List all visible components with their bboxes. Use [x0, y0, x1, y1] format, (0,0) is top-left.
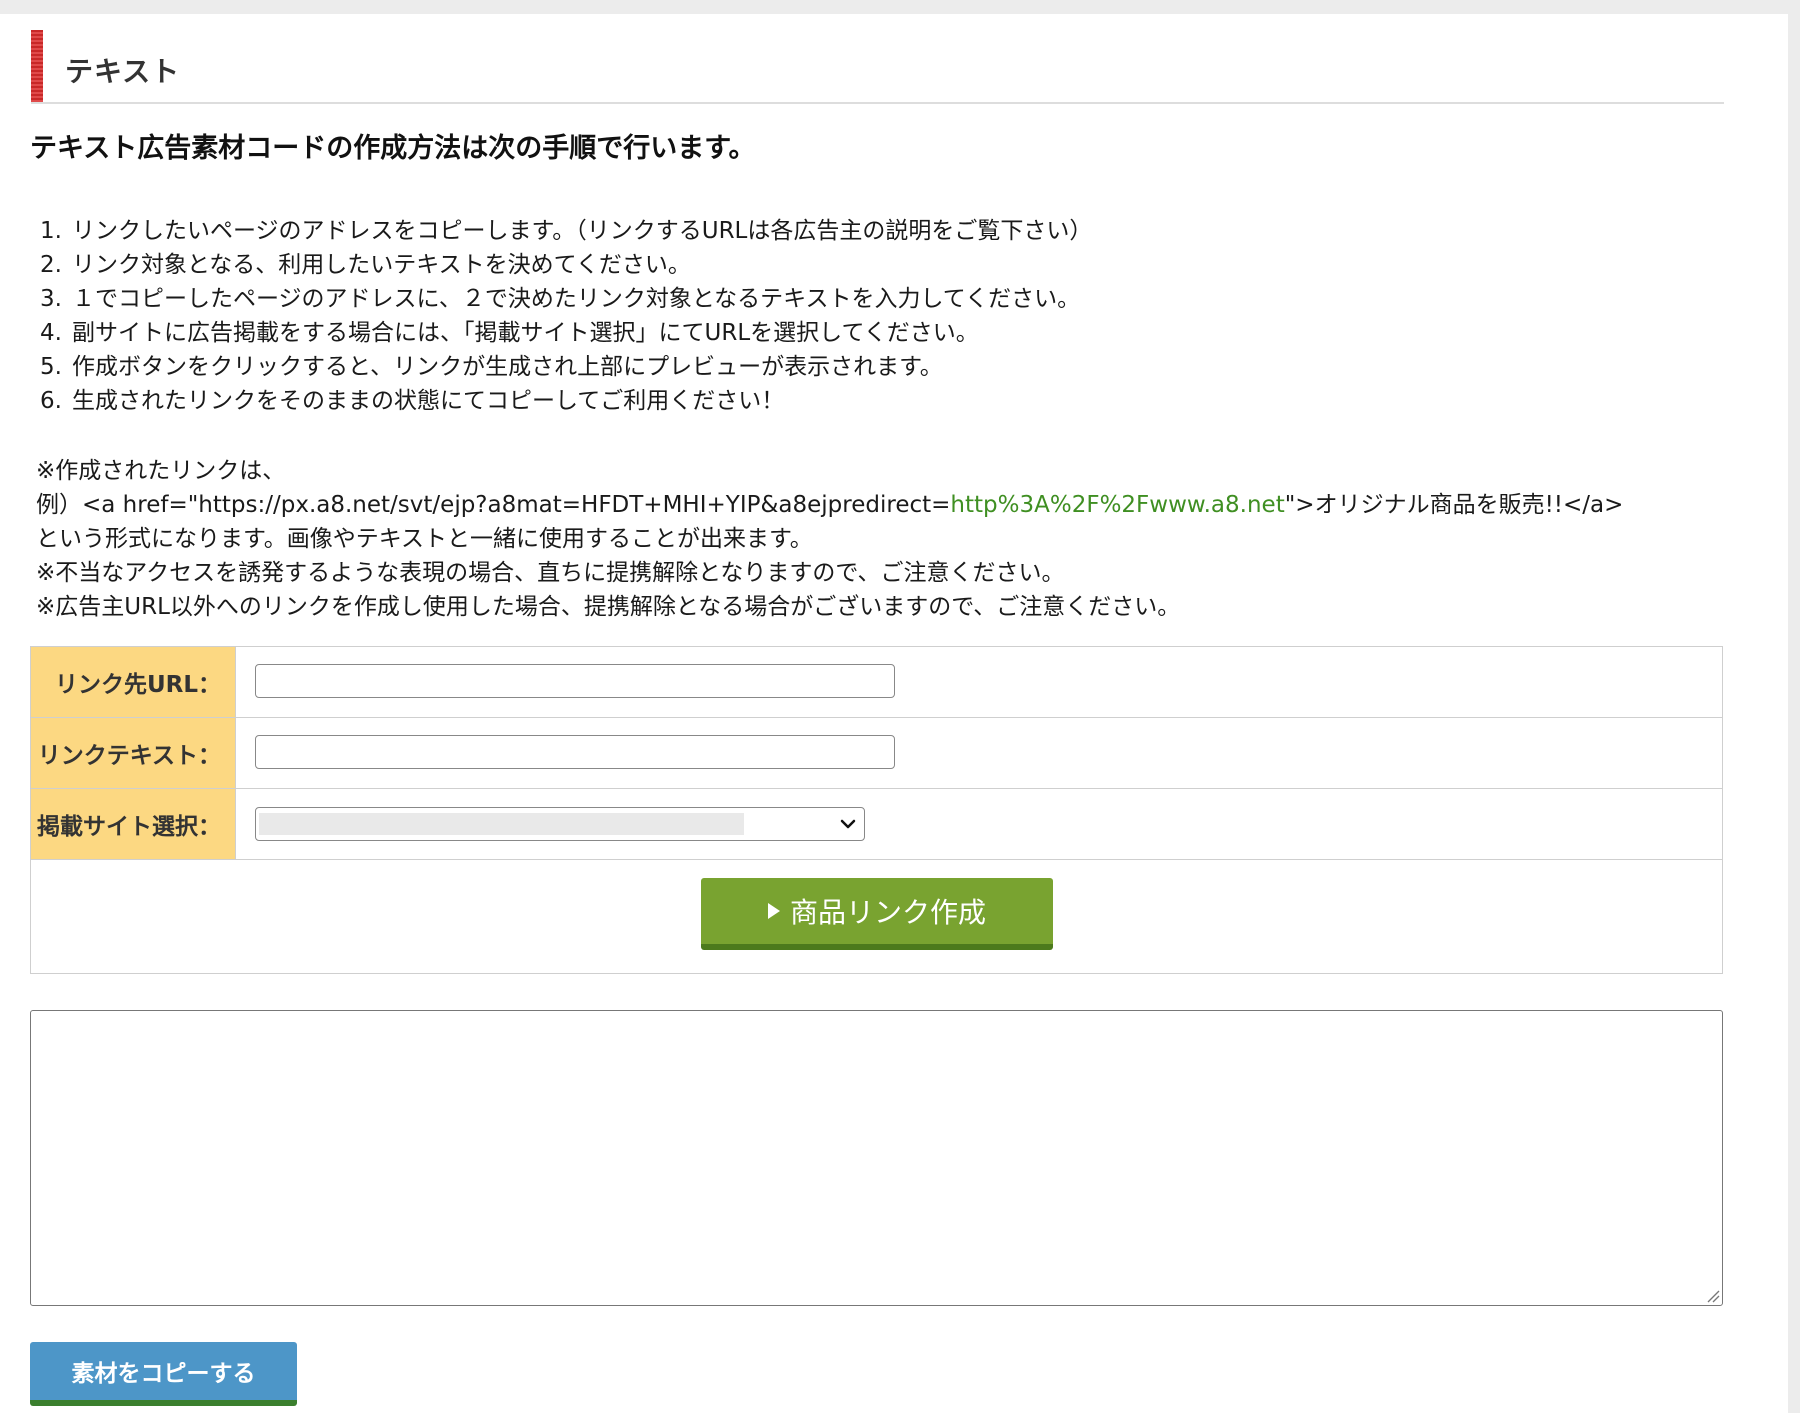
resize-grip-icon[interactable]: [1706, 1289, 1720, 1303]
site-select-value: [259, 813, 744, 835]
section-title: テキスト: [65, 55, 181, 88]
step-number: 1.: [40, 218, 62, 244]
step-item: 2. リンク対象となる、利用したいテキストを決めてください。: [40, 248, 1092, 282]
link-url-input[interactable]: [255, 664, 895, 698]
example-code-suffix: ">オリジナル商品を販売!!</a>: [1284, 492, 1624, 518]
step-number: 3.: [40, 286, 62, 312]
step-number: 4.: [40, 320, 62, 346]
example-redirect-url: http%3A%2F%2Fwww.a8.net: [950, 492, 1285, 518]
note-line-created: ※作成されたリンクは、: [36, 458, 286, 484]
step-number: 6.: [40, 388, 62, 414]
instruction-steps: 1. リンクしたいページのアドレスをコピーします。（リンクするURLは各広告主の説…: [40, 214, 1092, 418]
step-text: 作成ボタンをクリックすると、リンクが生成され上部にプレビューが表示されます。: [72, 354, 943, 380]
chevron-down-icon: [840, 819, 856, 829]
section-header: テキスト: [31, 30, 1724, 104]
step-text: リンク対象となる、利用したいテキストを決めてください。: [72, 252, 691, 278]
generated-code-output[interactable]: [30, 1010, 1723, 1306]
create-link-button-label: 商品リンク作成: [789, 896, 986, 929]
form-row-text: リンクテキスト：: [31, 718, 1722, 789]
notes-block: ※作成されたリンクは、 例）<a href="https://px.a8.net…: [36, 454, 1623, 624]
link-text-label: リンクテキスト：: [31, 718, 236, 788]
link-form: リンク先URL： リンクテキスト： 掲載サイト選択： 商品リンク作成: [30, 646, 1723, 974]
form-row-site: 掲載サイト選択：: [31, 789, 1722, 860]
form-row-actions: 商品リンク作成: [31, 860, 1722, 974]
note-line-example: 例）<a href="https://px.a8.net/svt/ejp?a8m…: [36, 488, 1623, 522]
step-item: 6. 生成されたリンクをそのままの状態にてコピーしてご利用ください！: [40, 384, 1092, 418]
lead-text: テキスト広告素材コードの作成方法は次の手順で行います。: [30, 133, 756, 164]
step-item: 4. 副サイトに広告掲載をする場合には、「掲載サイト選択」にてURLを選択してくだ…: [40, 316, 1092, 350]
play-triangle-icon: [767, 903, 780, 919]
note-line-warning-url: ※広告主URL以外へのリンクを作成し使用した場合、提携解除となる場合がございます…: [36, 594, 1181, 620]
copy-material-button[interactable]: 素材をコピーする: [30, 1342, 297, 1406]
step-text: １でコピーしたページのアドレスに、２で決めたリンク対象となるテキストを入力してく…: [72, 286, 1081, 312]
step-number: 5.: [40, 354, 62, 380]
step-item: 1. リンクしたいページのアドレスをコピーします。（リンクするURLは各広告主の説…: [40, 214, 1092, 248]
step-item: 5. 作成ボタンをクリックすると、リンクが生成され上部にプレビューが表示されます。: [40, 350, 1092, 384]
url-label: リンク先URL：: [31, 647, 236, 717]
site-select-dropdown[interactable]: [255, 807, 865, 841]
example-code-prefix: 例）<a href="https://px.a8.net/svt/ejp?a8m…: [36, 492, 951, 518]
step-number: 2.: [40, 252, 62, 278]
site-select-label: 掲載サイト選択：: [31, 789, 236, 859]
step-text: 生成されたリンクをそのままの状態にてコピーしてご利用ください！: [72, 388, 785, 414]
step-item: 3. １でコピーしたページのアドレスに、２で決めたリンク対象となるテキストを入力し…: [40, 282, 1092, 316]
step-text: 副サイトに広告掲載をする場合には、「掲載サイト選択」にてURLを選択してください…: [72, 320, 979, 346]
form-row-url: リンク先URL：: [31, 647, 1722, 718]
create-link-button[interactable]: 商品リンク作成: [701, 878, 1053, 950]
step-text: リンクしたいページのアドレスをコピーします。（リンクするURLは各広告主の説明を…: [72, 218, 1093, 244]
note-line-format: という形式になります。画像やテキストと一緒に使用することが出来ます。: [36, 526, 813, 552]
note-line-warning-access: ※不当なアクセスを誘発するような表現の場合、直ちに提携解除となりますので、ご注意…: [36, 560, 1065, 586]
page-panel: テキスト テキスト広告素材コードの作成方法は次の手順で行います。 1. リンクした…: [0, 14, 1788, 1413]
link-text-input[interactable]: [255, 735, 895, 769]
section-header-accent-bar: [31, 30, 43, 102]
